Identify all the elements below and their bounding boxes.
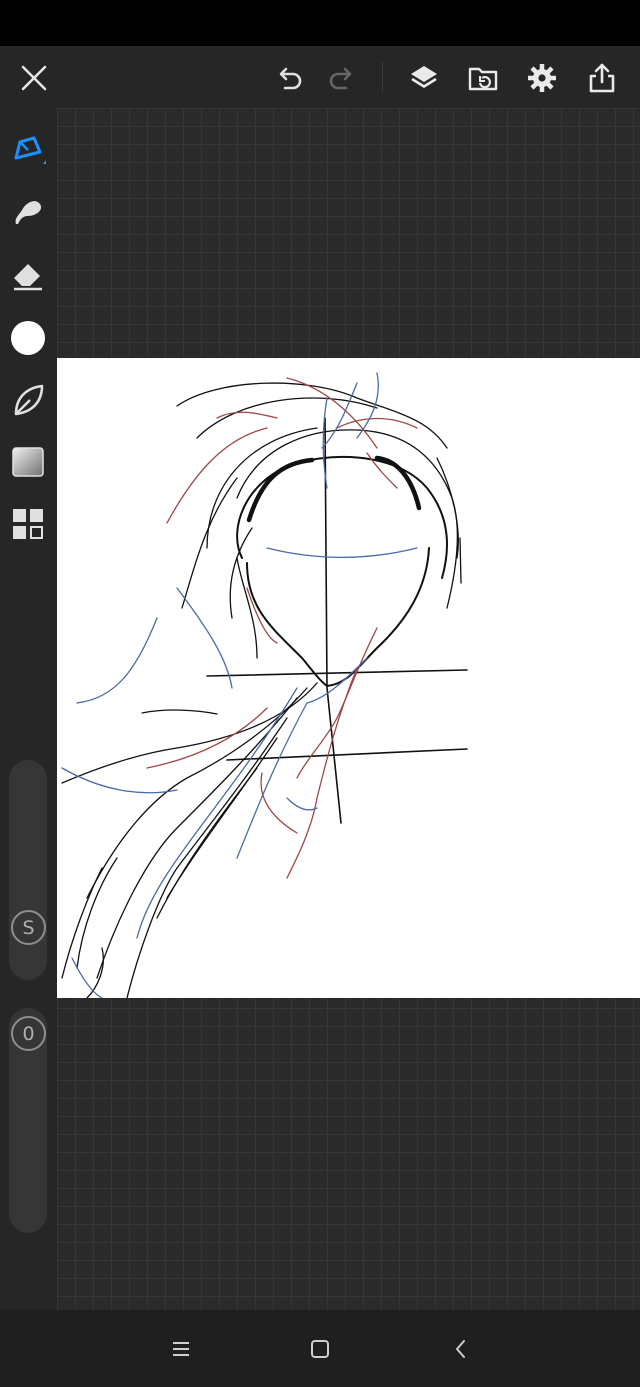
back-button[interactable]: [444, 1332, 478, 1366]
home-button[interactable]: [303, 1332, 337, 1366]
color-circle: [11, 321, 45, 355]
menu-icon: [173, 1342, 189, 1356]
undo-button[interactable]: [271, 60, 307, 96]
close-button[interactable]: [16, 60, 52, 96]
settings-button[interactable]: [524, 60, 560, 96]
lasso-tool[interactable]: [8, 380, 48, 420]
smudge-tool[interactable]: [8, 192, 48, 232]
color-picker[interactable]: [8, 318, 48, 358]
toolbar-divider: [382, 62, 383, 92]
lasso-icon: [14, 384, 44, 416]
drawing-app-screen: S 0: [0, 0, 640, 1387]
gear-icon: [528, 64, 556, 92]
gradient-tool[interactable]: [8, 442, 48, 482]
top-toolbar: [0, 46, 640, 108]
recent-apps-button[interactable]: [164, 1332, 198, 1366]
share-button[interactable]: [584, 60, 620, 96]
sketch-drawing: [61, 372, 468, 998]
smudge-icon: [15, 201, 42, 224]
close-icon: [21, 65, 47, 91]
home-icon: [311, 1340, 329, 1358]
panels-tool[interactable]: [8, 504, 48, 544]
status-bar: [0, 0, 640, 46]
brush-opacity-label: 0: [11, 1016, 46, 1051]
panels-icon: [13, 509, 43, 539]
import-button[interactable]: [465, 60, 501, 96]
gradient-icon: [12, 447, 44, 477]
layers-button[interactable]: [406, 60, 442, 96]
system-nav-bar: [0, 1310, 640, 1387]
back-icon: [456, 1340, 465, 1358]
tool-rail: S 0: [0, 108, 57, 1310]
pen-icon: [14, 136, 46, 164]
undo-icon: [279, 67, 302, 90]
drawing-canvas[interactable]: [57, 358, 640, 998]
eraser-tool[interactable]: [8, 256, 48, 296]
redo-button[interactable]: [324, 60, 360, 96]
brush-size-label: S: [11, 910, 46, 945]
pen-tool[interactable]: [8, 130, 48, 170]
eraser-icon: [14, 264, 42, 291]
share-icon: [589, 63, 615, 93]
layers-icon: [411, 66, 437, 88]
redo-icon: [329, 67, 352, 90]
import-folder-icon: [468, 67, 498, 91]
brush-size-slider[interactable]: [9, 760, 47, 980]
